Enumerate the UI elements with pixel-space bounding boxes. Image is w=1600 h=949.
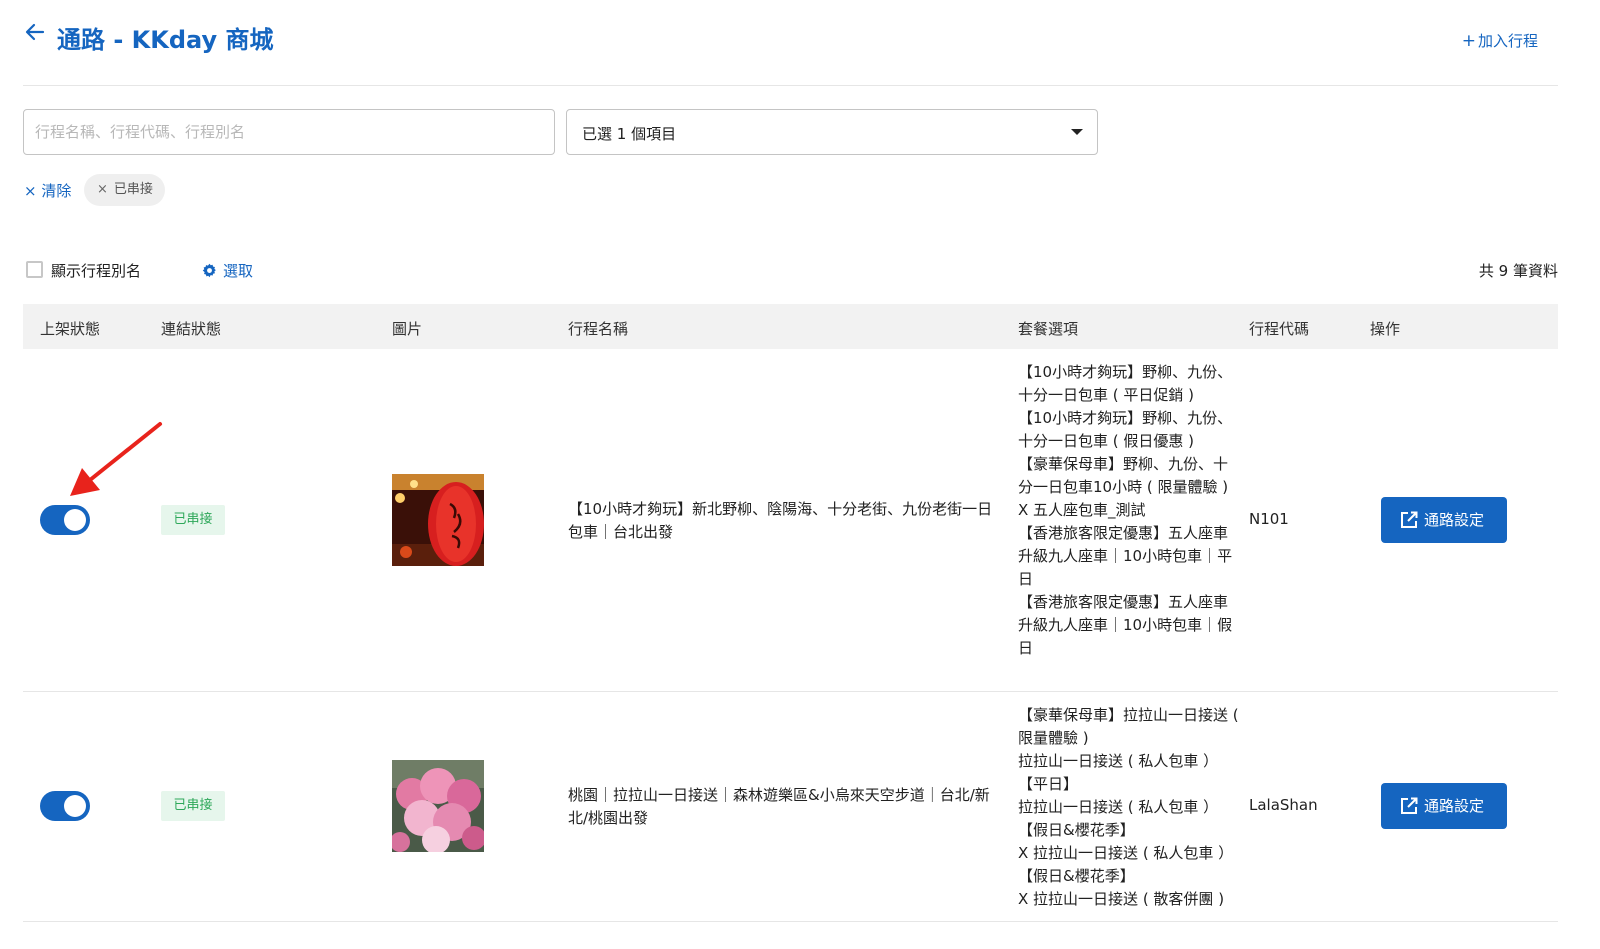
- trip-code: LalaShan: [1249, 796, 1318, 814]
- package-option: 【豪華保母車】拉拉山一日接送 ( 限量體驗 ): [1018, 706, 1239, 747]
- close-icon: ×: [24, 182, 37, 200]
- annotation-arrow-icon: [70, 422, 162, 496]
- search-input[interactable]: [23, 109, 555, 155]
- package-options: 【豪華保母車】拉拉山一日接送 ( 限量體驗 ) 拉拉山一日接送 ( 私人包車 ）…: [1018, 704, 1240, 911]
- channel-settings-button[interactable]: 通路設定: [1381, 497, 1507, 543]
- caret-down-icon: [1071, 129, 1083, 135]
- add-trip-label: 加入行程: [1477, 32, 1538, 50]
- package-option: X 拉拉山一日接送 ( 私人包車 ）【假日&櫻花季】: [1018, 844, 1234, 885]
- gear-icon: [202, 263, 216, 278]
- table-row: 已串接 桃園｜拉拉山一日接送｜森林遊樂區&小烏來天空步道｜台北/新北/桃園出發 …: [23, 692, 1558, 922]
- header-link-status: 連結狀態: [161, 320, 222, 338]
- select-columns-label: 選取: [223, 262, 254, 280]
- link-status-badge: 已串接: [161, 505, 225, 535]
- lantern-photo: [392, 474, 484, 566]
- listed-toggle[interactable]: [40, 505, 90, 535]
- cherry-blossom-photo: [392, 760, 484, 852]
- table-row: 已串接 【10小時才夠玩】新北野柳、陰陽海、十分老街、九份老街一日包車｜台北出發…: [23, 349, 1558, 692]
- chip-close-icon[interactable]: ×: [97, 182, 108, 197]
- channel-settings-label: 通路設定: [1424, 797, 1485, 815]
- clear-filters-button[interactable]: × 清除: [24, 180, 71, 201]
- channel-settings-button[interactable]: 通路設定: [1381, 783, 1507, 829]
- trip-code: N101: [1249, 510, 1289, 528]
- header-trip-name: 行程名稱: [568, 320, 629, 338]
- package-option: 【香港旅客限定優惠】五人座車升級九人座車｜10小時包車｜假日: [1018, 593, 1233, 657]
- toggle-knob: [64, 509, 86, 531]
- show-alias-label: 顯示行程別名: [51, 262, 142, 280]
- header-package-options: 套餐選項: [1018, 320, 1079, 338]
- table-header: 上架狀態 連結狀態 圖片 行程名稱 套餐選項 行程代碼 操作: [23, 304, 1558, 349]
- header-trip-code: 行程代碼: [1249, 320, 1310, 338]
- package-option: 【香港旅客限定優惠】五人座車升級九人座車｜10小時包車｜平日: [1018, 524, 1233, 588]
- package-option: 【10小時才夠玩】野柳、九份、十分一日包車 ( 假日優惠 ): [1018, 409, 1233, 450]
- package-option: 拉拉山一日接送 ( 私人包車 ）【假日&櫻花季】: [1018, 798, 1219, 839]
- clear-filters-label: 清除: [41, 182, 72, 200]
- package-option: 拉拉山一日接送 ( 私人包車 ）【平日】: [1018, 752, 1219, 793]
- listed-toggle[interactable]: [40, 791, 90, 821]
- add-trip-button[interactable]: + 加入行程: [1462, 30, 1538, 51]
- filter-select[interactable]: 已選 1 個項目: [566, 109, 1098, 155]
- show-alias-checkbox[interactable]: [26, 261, 43, 278]
- select-columns-button[interactable]: 選取: [202, 260, 253, 281]
- header-listed-status: 上架狀態: [40, 320, 101, 338]
- package-option: 【豪華保母車】野柳、九份、十分一日包車10小時 ( 限量體驗 ): [1018, 455, 1229, 496]
- external-link-icon: [1401, 511, 1418, 528]
- trip-name: 桃園｜拉拉山一日接送｜森林遊樂區&小烏來天空步道｜台北/新北/桃園出發: [568, 786, 990, 827]
- package-option: X 拉拉山一日接送 ( 散客併團 ): [1018, 890, 1225, 908]
- filter-chip[interactable]: × 已串接: [84, 174, 165, 206]
- external-link-icon: [1401, 797, 1418, 814]
- page-title: 通路 - KKday 商城: [57, 26, 274, 54]
- plus-icon: +: [1461, 31, 1476, 51]
- total-count: 共 9 筆資料: [1478, 262, 1558, 280]
- toggle-knob: [64, 795, 86, 817]
- filter-chip-label: 已串接: [113, 182, 153, 197]
- channel-settings-label: 通路設定: [1424, 511, 1485, 529]
- package-option: 【10小時才夠玩】野柳、九份、十分一日包車 ( 平日促銷 ): [1018, 363, 1233, 404]
- package-options: 【10小時才夠玩】野柳、九份、十分一日包車 ( 平日促銷 ) 【10小時才夠玩】…: [1018, 361, 1240, 660]
- trip-name: 【10小時才夠玩】新北野柳、陰陽海、十分老街、九份老街一日包車｜台北出發: [568, 500, 993, 541]
- package-option: X 五人座包車_測試: [1018, 501, 1146, 519]
- page-header: 通路 - KKday 商城 + 加入行程: [23, 18, 1558, 86]
- filter-select-value: 已選 1 個項目: [582, 125, 677, 143]
- header-image: 圖片: [392, 320, 423, 338]
- link-status-badge: 已串接: [161, 791, 225, 821]
- back-arrow-icon[interactable]: [23, 20, 47, 44]
- header-actions: 操作: [1370, 320, 1401, 338]
